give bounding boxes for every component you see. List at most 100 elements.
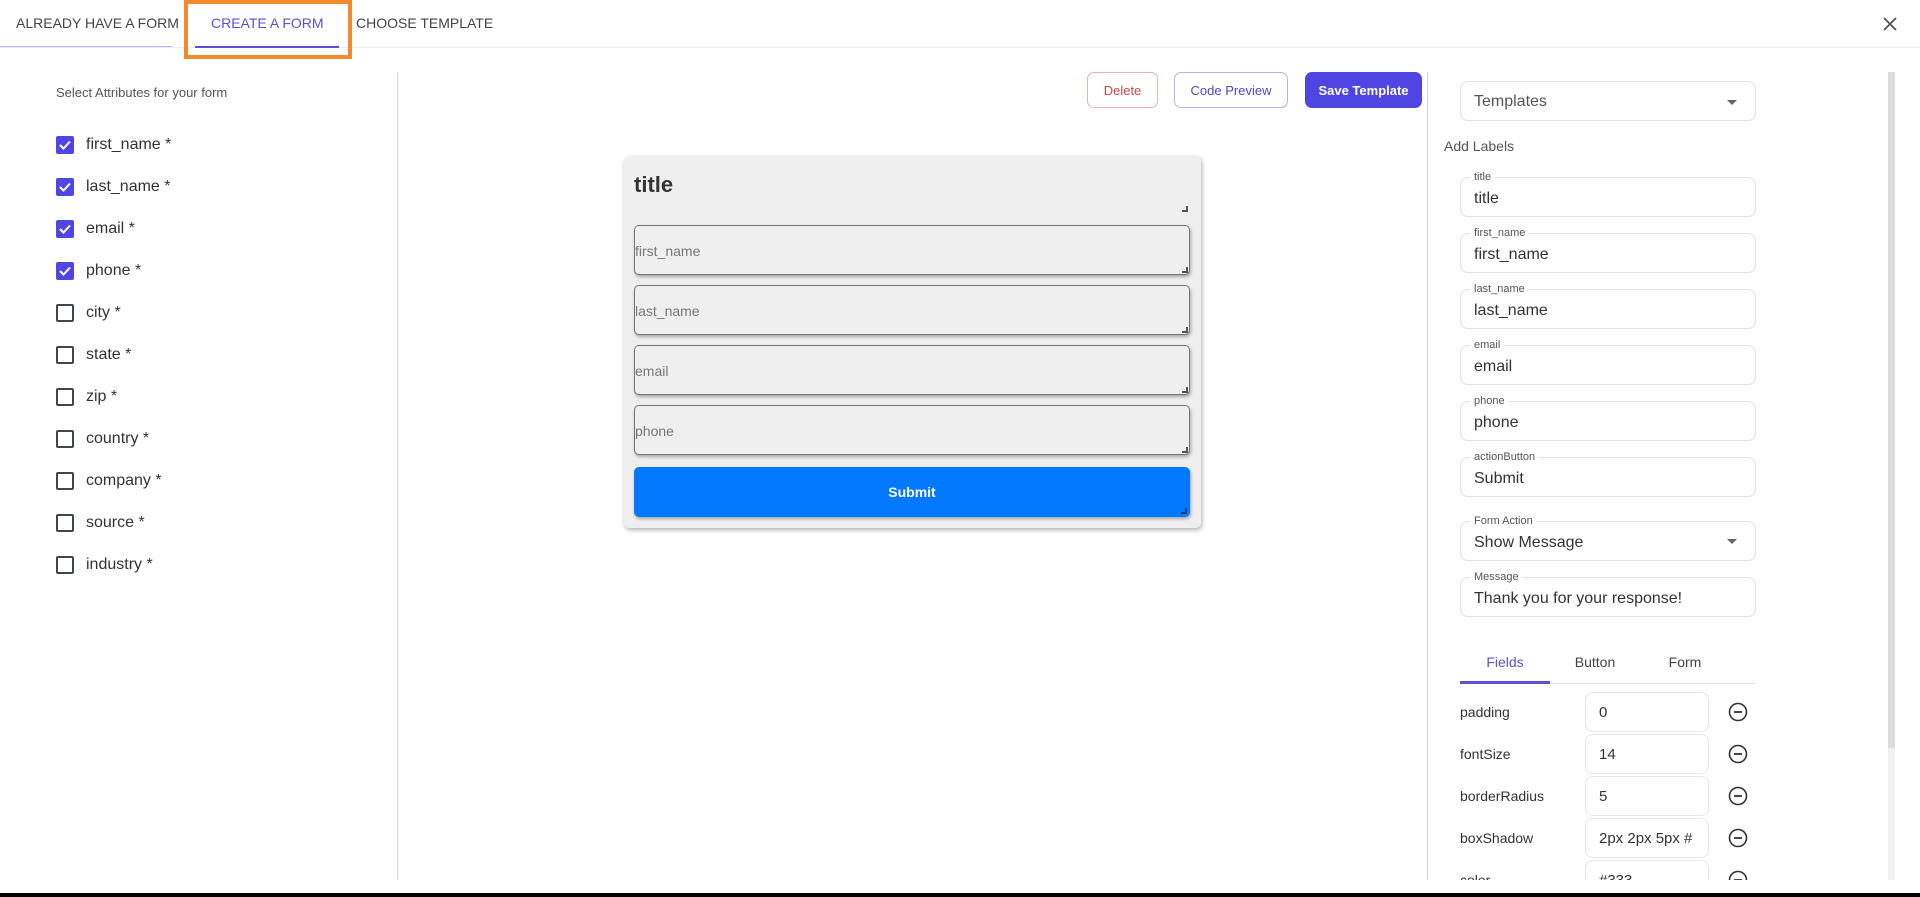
label-field-title[interactable]: title title bbox=[1460, 171, 1756, 217]
tab-choose-template[interactable]: CHOOSE TEMPLATE bbox=[356, 0, 493, 46]
checkbox[interactable] bbox=[56, 388, 74, 406]
style-value: 0 bbox=[1599, 704, 1608, 721]
caret-down-icon bbox=[1727, 539, 1737, 544]
style-value: 14 bbox=[1599, 746, 1616, 763]
style-tab-fields[interactable]: Fields bbox=[1460, 644, 1550, 684]
attribute-label: source * bbox=[86, 514, 145, 531]
field-value: Show Message bbox=[1474, 534, 1584, 551]
caret-down-icon bbox=[1727, 100, 1737, 105]
resize-handle-icon[interactable] bbox=[1182, 327, 1188, 333]
attribute-country[interactable]: country * bbox=[56, 418, 171, 460]
style-value: 2px 2px 5px # bbox=[1599, 830, 1693, 847]
style-tab-button[interactable]: Button bbox=[1550, 644, 1640, 684]
tab-underline-inactive bbox=[0, 46, 172, 47]
tab-underline-active bbox=[195, 46, 339, 48]
attribute-source[interactable]: source * bbox=[56, 502, 171, 544]
field-value: Submit bbox=[1474, 470, 1524, 487]
field-placeholder: last_name bbox=[635, 303, 700, 319]
preview-field-first-name[interactable]: first_name bbox=[634, 225, 1190, 275]
checkbox[interactable] bbox=[56, 472, 74, 490]
delete-button[interactable]: Delete bbox=[1087, 72, 1158, 108]
checkbox[interactable] bbox=[56, 514, 74, 532]
attribute-label: country * bbox=[86, 430, 150, 447]
style-value-input[interactable]: 2px 2px 5px # bbox=[1585, 818, 1709, 858]
attribute-label: industry * bbox=[86, 556, 153, 573]
field-placeholder: phone bbox=[635, 423, 674, 439]
preview-field-last-name[interactable]: last_name bbox=[634, 285, 1190, 335]
attribute-label: phone * bbox=[86, 262, 142, 279]
resize-handle-icon[interactable] bbox=[1181, 508, 1187, 514]
field-value: last_name bbox=[1474, 302, 1548, 319]
style-value-input[interactable]: #333 bbox=[1585, 860, 1709, 880]
settings-scrollbar[interactable] bbox=[1888, 72, 1895, 880]
attribute-first-name[interactable]: first_name * bbox=[56, 124, 171, 166]
attributes-title: Select Attributes for your form bbox=[56, 85, 228, 100]
attribute-industry[interactable]: industry * bbox=[56, 544, 171, 586]
checkbox[interactable] bbox=[56, 556, 74, 574]
tab-already-have-a-form[interactable]: ALREADY HAVE A FORM bbox=[16, 0, 179, 46]
style-row-border-radius: borderRadius 5 bbox=[1460, 776, 1760, 818]
attribute-label: company * bbox=[86, 472, 162, 489]
attribute-label: city * bbox=[86, 304, 121, 321]
style-name: borderRadius bbox=[1460, 788, 1545, 804]
label-field-phone[interactable]: phone phone bbox=[1460, 395, 1756, 441]
style-value-input[interactable]: 5 bbox=[1585, 776, 1709, 816]
scrollbar-thumb[interactable] bbox=[1888, 72, 1895, 748]
remove-circle-icon[interactable] bbox=[1728, 870, 1748, 880]
remove-circle-icon[interactable] bbox=[1728, 786, 1748, 806]
checkbox[interactable] bbox=[56, 430, 74, 448]
checkbox[interactable] bbox=[56, 346, 74, 364]
attributes-panel: Select Attributes for your form first_na… bbox=[0, 72, 398, 880]
submit-label: Submit bbox=[888, 484, 936, 500]
style-tab-form[interactable]: Form bbox=[1640, 644, 1730, 684]
remove-circle-icon[interactable] bbox=[1728, 702, 1748, 722]
preview-field-phone[interactable]: phone bbox=[634, 405, 1190, 455]
resize-handle-icon[interactable] bbox=[1182, 206, 1188, 212]
checkbox[interactable] bbox=[56, 178, 74, 196]
attribute-last-name[interactable]: last_name * bbox=[56, 166, 171, 208]
resize-handle-icon[interactable] bbox=[1182, 447, 1188, 453]
add-labels-heading: Add Labels bbox=[1444, 138, 1515, 154]
attribute-city[interactable]: city * bbox=[56, 292, 171, 334]
style-value-input[interactable]: 14 bbox=[1585, 734, 1709, 774]
templates-select[interactable]: Templates bbox=[1460, 81, 1756, 121]
attribute-state[interactable]: state * bbox=[56, 334, 171, 376]
attribute-phone[interactable]: phone * bbox=[56, 250, 171, 292]
resize-handle-icon[interactable] bbox=[1182, 267, 1188, 273]
field-value: phone bbox=[1474, 414, 1519, 431]
remove-circle-icon[interactable] bbox=[1728, 828, 1748, 848]
field-value: first_name bbox=[1474, 246, 1549, 263]
preview-field-email[interactable]: email bbox=[634, 345, 1190, 395]
checkbox[interactable] bbox=[56, 220, 74, 238]
style-row-padding: padding 0 bbox=[1460, 692, 1760, 734]
form-action-select[interactable]: Form Action Show Message bbox=[1460, 515, 1756, 561]
label-field-action-button[interactable]: actionButton Submit bbox=[1460, 451, 1756, 497]
style-row-color: color #333 bbox=[1460, 860, 1760, 880]
style-value: #333 bbox=[1599, 872, 1632, 880]
form-builder-page: ALREADY HAVE A FORM CREATE A FORM CHOOSE… bbox=[0, 0, 1920, 893]
resize-handle-icon[interactable] bbox=[1182, 387, 1188, 393]
field-placeholder: email bbox=[635, 363, 669, 379]
tab-create-a-form[interactable]: CREATE A FORM bbox=[211, 0, 324, 46]
remove-circle-icon[interactable] bbox=[1728, 744, 1748, 764]
label-field-first-name[interactable]: first_name first_name bbox=[1460, 227, 1756, 273]
attribute-company[interactable]: company * bbox=[56, 460, 171, 502]
close-button[interactable] bbox=[1876, 10, 1904, 38]
message-field[interactable]: Message Thank you for your response! bbox=[1460, 571, 1756, 617]
code-preview-button[interactable]: Code Preview bbox=[1174, 72, 1288, 108]
attribute-label: state * bbox=[86, 346, 132, 363]
field-value: Thank you for your response! bbox=[1474, 590, 1683, 607]
attribute-label: zip * bbox=[86, 388, 118, 405]
checkbox[interactable] bbox=[56, 304, 74, 322]
attribute-zip[interactable]: zip * bbox=[56, 376, 171, 418]
style-value-input[interactable]: 0 bbox=[1585, 692, 1709, 732]
form-title[interactable]: title bbox=[634, 172, 673, 198]
save-template-button[interactable]: Save Template bbox=[1305, 72, 1422, 108]
checkbox[interactable] bbox=[56, 136, 74, 154]
preview-submit-button[interactable]: Submit bbox=[634, 467, 1190, 517]
checkbox[interactable] bbox=[56, 262, 74, 280]
label-field-last-name[interactable]: last_name last_name bbox=[1460, 283, 1756, 329]
style-name: fontSize bbox=[1460, 746, 1511, 762]
attribute-email[interactable]: email * bbox=[56, 208, 171, 250]
label-field-email[interactable]: email email bbox=[1460, 339, 1756, 385]
